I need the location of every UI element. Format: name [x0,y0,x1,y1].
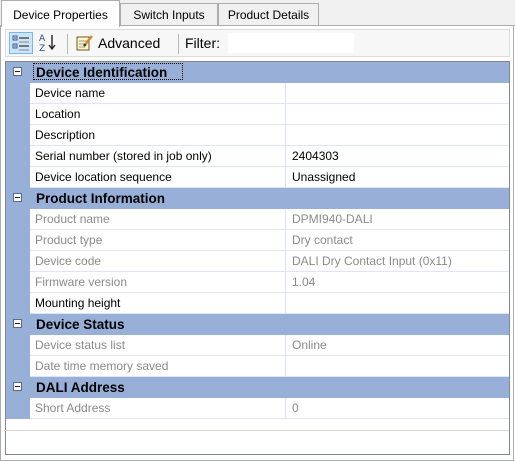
property-name: Product name [30,209,286,230]
category-product-information[interactable]: Product Information [6,188,509,209]
property-row[interactable]: Description [6,125,509,146]
collapse-icon[interactable] [13,382,22,391]
category-label: Device Identification [36,65,168,80]
property-value[interactable] [286,104,509,125]
property-name: Location [30,104,286,125]
category-device-status[interactable]: Device Status [6,314,509,335]
property-name: Device status list [30,335,286,356]
property-name: Date time memory saved [30,356,286,377]
property-name: Product type [30,230,286,251]
tab-strip: Device Properties Switch Inputs Product … [0,0,515,27]
notepad-edit-icon [76,35,93,51]
property-row[interactable]: Mounting height [6,293,509,314]
collapse-icon[interactable] [13,193,22,202]
toolbar-separator [178,34,179,54]
property-value: Online [286,335,509,356]
categorized-view-button[interactable] [9,32,33,54]
category-label: Device Status [36,317,125,332]
property-name: Firmware version [30,272,286,293]
property-name: Description [30,125,286,146]
collapse-icon[interactable] [13,67,22,76]
property-row[interactable]: Date time memory saved [6,356,509,377]
property-name: Device code [30,251,286,272]
property-row[interactable]: Device status list Online [6,335,509,356]
property-row[interactable]: Serial number (stored in job only) 24043… [6,146,509,167]
property-value: DALI Dry Contact Input (0x11) [286,251,509,272]
filter-input[interactable] [228,33,354,53]
property-value [286,356,509,377]
advanced-button[interactable]: Advanced [72,32,172,54]
tab-device-properties[interactable]: Device Properties [1,0,120,27]
categorized-view-icon [12,35,29,51]
property-row[interactable]: Product name DPMI940-DALI [6,209,509,230]
property-grid: Device Identification Device name Locati… [5,61,510,455]
property-name: Short Address [30,398,286,419]
property-value: 1.04 [286,272,509,293]
property-row[interactable]: Device location sequence Unassigned [6,167,509,188]
property-value[interactable] [286,83,509,104]
property-value: 0 [286,398,509,419]
category-label: Product Information [36,191,165,206]
description-divider[interactable] [4,430,509,431]
category-dali-address[interactable]: DALI Address [6,377,509,398]
tab-product-details[interactable]: Product Details [218,3,319,25]
property-row[interactable]: Product type Dry contact [6,230,509,251]
property-value: DPMI940-DALI [286,209,509,230]
sort-az-icon: A Z [39,34,56,54]
property-name: Device name [30,83,286,104]
property-value: Dry contact [286,230,509,251]
property-name: Mounting height [30,293,286,314]
svg-text:A: A [39,34,46,44]
property-value[interactable] [286,125,509,146]
tab-switch-inputs[interactable]: Switch Inputs [120,3,218,25]
svg-text:Z: Z [39,44,45,52]
sort-alphabetical-button[interactable]: A Z [37,32,61,54]
filter-label: Filter: [185,35,220,51]
property-row[interactable]: Firmware version 1.04 [6,272,509,293]
collapse-icon[interactable] [13,319,22,328]
category-device-identification[interactable]: Device Identification [6,62,509,83]
property-row[interactable]: Device name [6,83,509,104]
category-label: DALI Address [36,380,125,395]
property-value[interactable] [286,293,509,314]
toolbar-separator [67,34,68,54]
property-name: Serial number (stored in job only) [30,146,286,167]
property-row[interactable]: Location [6,104,509,125]
property-value[interactable]: Unassigned [286,167,509,188]
property-value[interactable]: 2404303 [286,146,509,167]
advanced-label: Advanced [98,35,161,51]
property-toolbar: A Z Advanced Filter: [5,29,510,57]
property-row[interactable]: Device code DALI Dry Contact Input (0x11… [6,251,509,272]
property-name: Device location sequence [30,167,286,188]
property-row[interactable]: Short Address 0 [6,398,509,419]
grid-empty-area [6,419,509,454]
property-panel: A Z Advanced Filter: Device Identificati… [0,26,514,461]
